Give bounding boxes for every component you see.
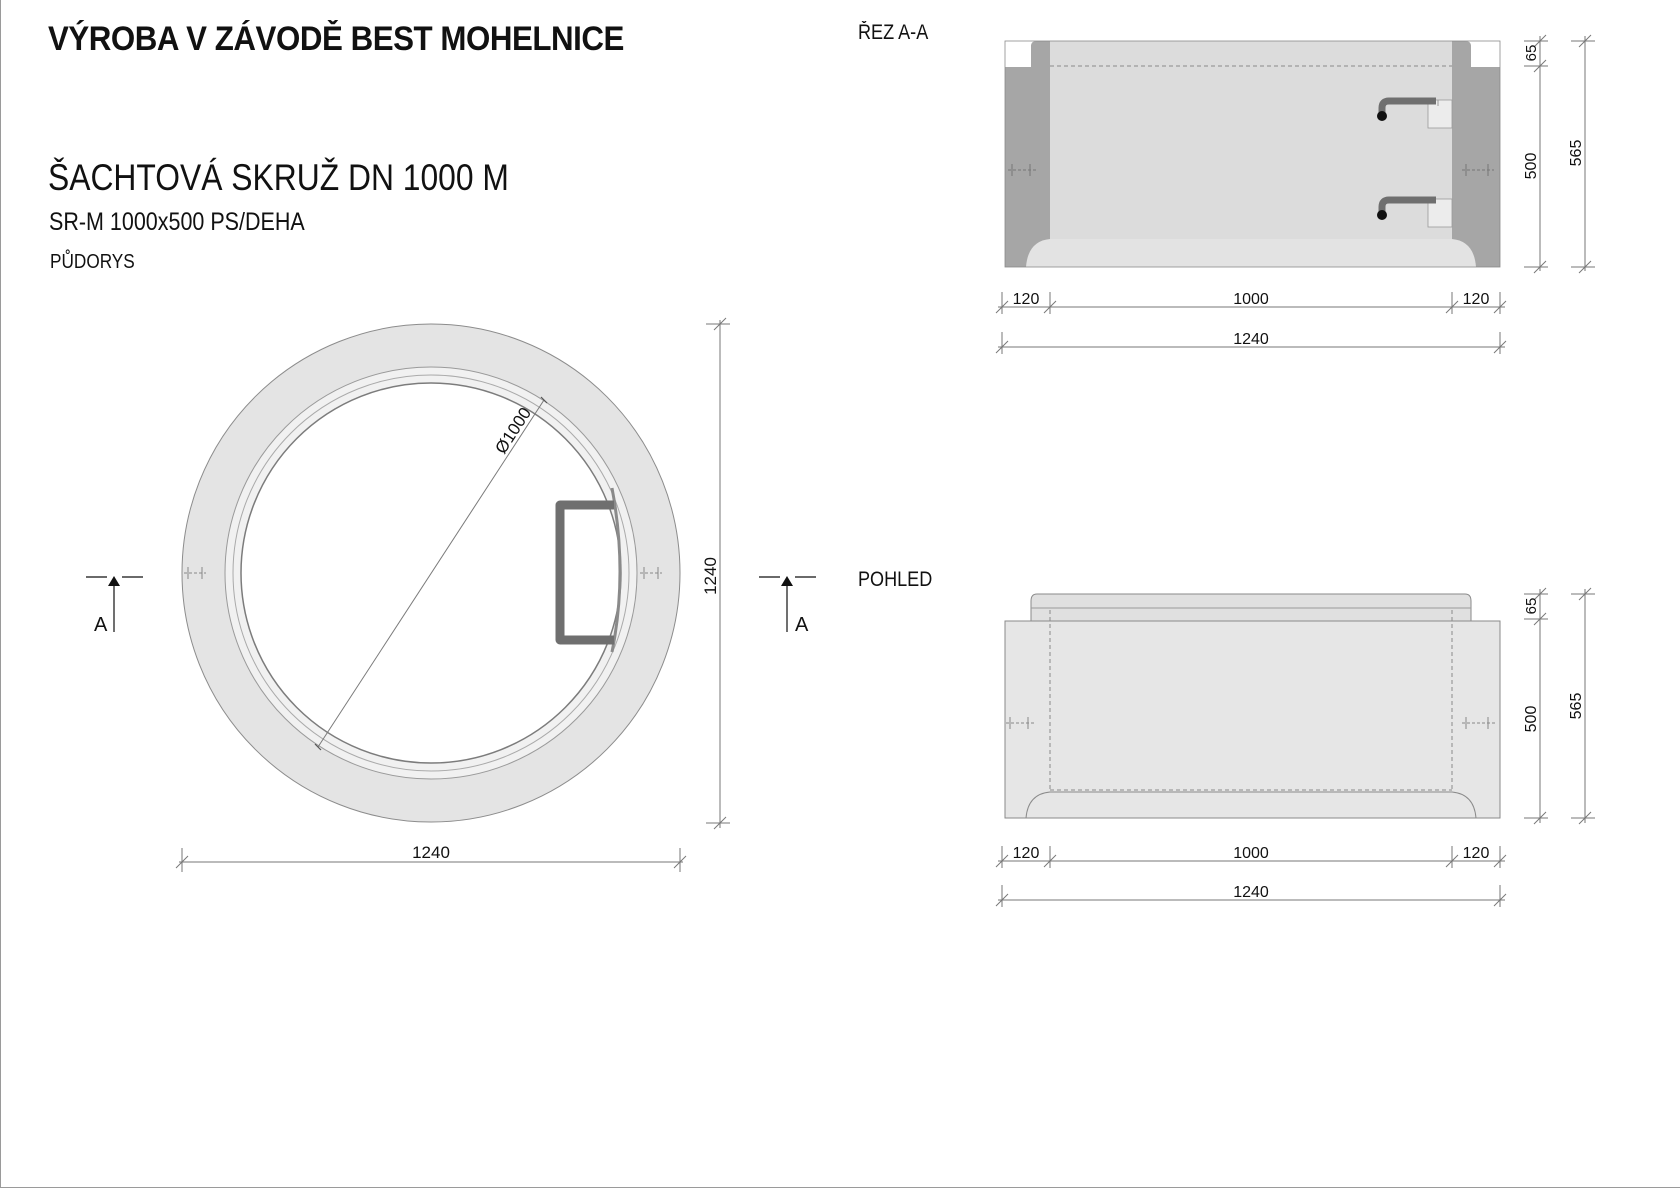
section-base-spigot	[1026, 239, 1476, 267]
section-dim-overall: 1240	[1233, 331, 1269, 348]
elevation-dim-inner: 1000	[1233, 845, 1269, 862]
plan-width-label: 1240	[412, 843, 450, 862]
elevation-dim-overall: 1240	[1233, 884, 1269, 901]
elevation-dim-rebate: 65	[1523, 598, 1540, 615]
elevation-dim-total-height: 565	[1568, 693, 1585, 720]
elevation-body	[1004, 620, 1501, 819]
section-view: 120 1000 120 1240 65 500 565	[995, 34, 1595, 354]
section-dim-wall-left: 120	[1013, 291, 1040, 308]
section-dim-body: 500	[1523, 153, 1540, 180]
plan-height-label: 1240	[701, 557, 720, 595]
section-dim-rebate: 65	[1523, 45, 1540, 62]
section-dim-total-height: 565	[1568, 140, 1585, 167]
section-dim-wall-right: 120	[1463, 291, 1490, 308]
elevation-dim-wall-right: 120	[1463, 845, 1490, 862]
plan-view: Ø1000 1240 1240 A A	[86, 317, 816, 872]
elevation-view: 120 1000 120 1240 65 500 565	[995, 587, 1595, 907]
elevation-dim-body: 500	[1523, 706, 1540, 733]
section-left-wall	[1005, 41, 1050, 267]
section-right-wall	[1452, 41, 1500, 267]
section-dim-inner: 1000	[1233, 291, 1269, 308]
elevation-dim-wall-left: 120	[1013, 845, 1040, 862]
section-marker-left-letter: A	[94, 614, 108, 636]
section-marker-right-letter: A	[795, 614, 809, 636]
section-inner-space	[1050, 41, 1452, 267]
drawing-canvas: Ø1000 1240 1240 A A 120 1000 120 1240 65…	[86, 34, 1595, 907]
